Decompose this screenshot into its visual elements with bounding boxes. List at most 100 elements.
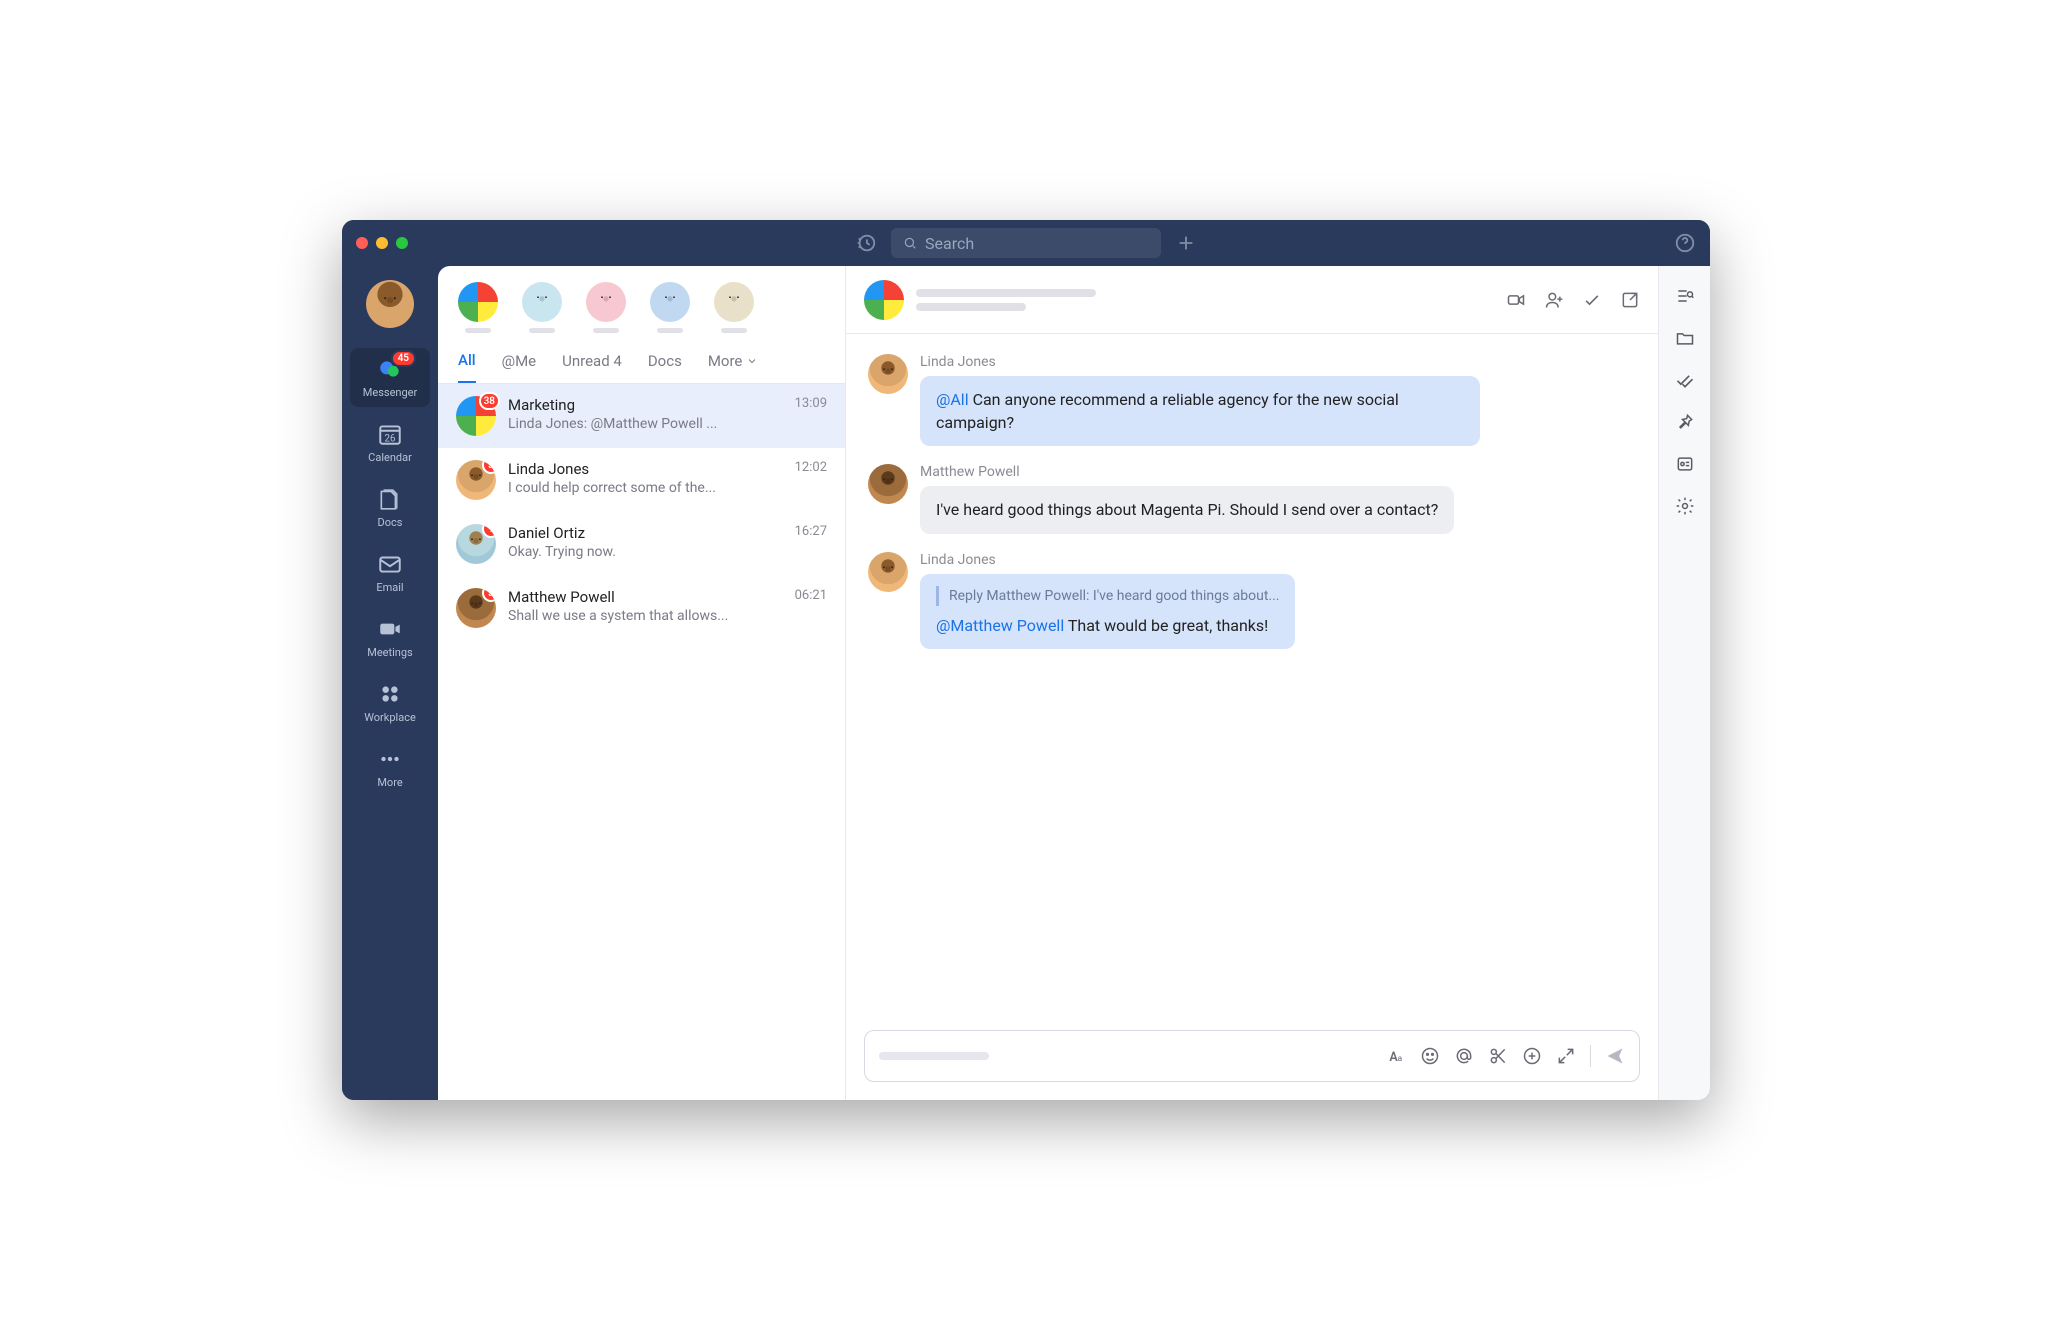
chat-time: 13:09 xyxy=(795,396,827,436)
message: Linda Jones Reply Matthew Powell: I've h… xyxy=(868,552,1636,649)
message-list: Linda Jones @All Can anyone recommend a … xyxy=(846,334,1658,1018)
message-avatar[interactable] xyxy=(868,354,908,394)
expand-icon[interactable] xyxy=(1556,1046,1576,1066)
nav-messenger[interactable]: 45 Messenger xyxy=(350,348,430,407)
chat-time: 16:27 xyxy=(795,524,827,564)
chat-preview: Okay. Trying now. xyxy=(508,544,783,560)
mention-icon[interactable] xyxy=(1454,1046,1474,1066)
more-icon xyxy=(377,746,403,772)
story-item[interactable] xyxy=(714,282,754,333)
message: Matthew Powell I've heard good things ab… xyxy=(868,464,1636,533)
chat-avatar: 3 xyxy=(456,588,496,628)
unread-badge: 3 xyxy=(482,460,496,474)
app-window: Search 45 Messenger 26 xyxy=(342,220,1710,1100)
chat-avatar: 38 xyxy=(456,396,496,436)
help-icon[interactable] xyxy=(1674,232,1696,254)
tab-unread[interactable]: Unread 4 xyxy=(562,352,622,382)
search-input[interactable]: Search xyxy=(891,228,1161,258)
conversation-header xyxy=(846,266,1658,334)
chat-list-panel: All @Me Unread 4 Docs More 38 xyxy=(438,266,846,1100)
tab-more[interactable]: More xyxy=(708,352,759,382)
story-item[interactable] xyxy=(586,282,626,333)
workplace-icon xyxy=(377,681,403,707)
close-window-button[interactable] xyxy=(356,237,368,249)
message-sender: Linda Jones xyxy=(920,552,1295,568)
history-icon[interactable] xyxy=(855,232,877,254)
chat-name: Marketing xyxy=(508,396,783,414)
tab-atme[interactable]: @Me xyxy=(502,352,537,382)
chat-row[interactable]: 1 Daniel Ortiz Okay. Trying now. 16:27 xyxy=(438,512,845,576)
nav-more[interactable]: More xyxy=(350,738,430,797)
send-button[interactable] xyxy=(1605,1046,1625,1066)
unread-badge: 1 xyxy=(482,524,496,538)
maximize-window-button[interactable] xyxy=(396,237,408,249)
add-attachment-icon[interactable] xyxy=(1522,1046,1542,1066)
window-controls xyxy=(356,237,408,249)
add-member-icon[interactable] xyxy=(1544,290,1564,310)
chat-time: 06:21 xyxy=(795,588,827,628)
chat-name: Daniel Ortiz xyxy=(508,524,783,542)
message-avatar[interactable] xyxy=(868,552,908,592)
conversation-title-placeholder xyxy=(916,289,1494,311)
docs-icon xyxy=(377,486,403,512)
mention: @All xyxy=(936,390,969,409)
chat-avatar: 3 xyxy=(456,460,496,500)
settings-icon[interactable] xyxy=(1675,496,1695,516)
nav-workplace[interactable]: Workplace xyxy=(350,673,430,732)
chat-avatar: 1 xyxy=(456,524,496,564)
snip-icon[interactable] xyxy=(1488,1046,1508,1066)
story-item[interactable] xyxy=(650,282,690,333)
message-composer[interactable]: Aa xyxy=(864,1030,1640,1082)
mention: @Matthew Powell xyxy=(936,616,1064,635)
message-avatar[interactable] xyxy=(868,464,908,504)
message-bubble[interactable]: @All Can anyone recommend a reliable age… xyxy=(920,376,1480,446)
folder-icon[interactable] xyxy=(1675,328,1695,348)
pin-icon[interactable] xyxy=(1675,412,1695,432)
new-button[interactable] xyxy=(1175,232,1197,254)
profile-avatar[interactable] xyxy=(366,280,414,328)
titlebar: Search xyxy=(342,220,1710,266)
chat-row[interactable]: 3 Linda Jones I could help correct some … xyxy=(438,448,845,512)
story-row xyxy=(438,266,845,343)
chat-row[interactable]: 3 Matthew Powell Shall we use a system t… xyxy=(438,576,845,640)
nav-docs[interactable]: Docs xyxy=(350,478,430,537)
video-call-icon[interactable] xyxy=(1506,290,1526,310)
done-icon[interactable] xyxy=(1582,290,1602,310)
nav-rail: 45 Messenger 26 Calendar Docs xyxy=(342,266,438,1100)
search-in-chat-icon[interactable] xyxy=(1675,286,1695,306)
nav-email[interactable]: Email xyxy=(350,543,430,602)
conversation-panel: Linda Jones @All Can anyone recommend a … xyxy=(846,266,1658,1100)
content: All @Me Unread 4 Docs More 38 xyxy=(438,266,1710,1100)
story-item[interactable] xyxy=(458,282,498,333)
nav-meetings[interactable]: Meetings xyxy=(350,608,430,667)
chat-name: Linda Jones xyxy=(508,460,783,478)
tab-docs[interactable]: Docs xyxy=(648,352,682,382)
chat-preview: Shall we use a system that allows... xyxy=(508,608,783,624)
reply-quote: Reply Matthew Powell: I've heard good th… xyxy=(936,586,1279,606)
tasks-icon[interactable] xyxy=(1675,370,1695,390)
text-format-icon[interactable]: Aa xyxy=(1386,1046,1406,1066)
svg-text:a: a xyxy=(1398,1054,1403,1064)
chat-time: 12:02 xyxy=(795,460,827,500)
messenger-badge: 45 xyxy=(391,350,416,367)
search-icon xyxy=(903,236,917,250)
message-bubble[interactable]: Reply Matthew Powell: I've heard good th… xyxy=(920,574,1295,649)
unread-badge: 38 xyxy=(479,392,500,410)
right-rail xyxy=(1658,266,1710,1100)
minimize-window-button[interactable] xyxy=(376,237,388,249)
nav-calendar[interactable]: 26 Calendar xyxy=(350,413,430,472)
emoji-icon[interactable] xyxy=(1420,1046,1440,1066)
composer-placeholder xyxy=(879,1052,989,1060)
message-sender: Linda Jones xyxy=(920,354,1480,370)
announcement-icon[interactable] xyxy=(1675,454,1695,474)
email-icon xyxy=(377,551,403,577)
story-item[interactable] xyxy=(522,282,562,333)
meetings-icon xyxy=(377,616,403,642)
chat-row[interactable]: 38 Marketing Linda Jones: @Matthew Powel… xyxy=(438,384,845,448)
svg-text:26: 26 xyxy=(385,434,396,445)
chat-list: 38 Marketing Linda Jones: @Matthew Powel… xyxy=(438,384,845,1100)
open-window-icon[interactable] xyxy=(1620,290,1640,310)
conversation-avatar[interactable] xyxy=(864,280,904,320)
tab-all[interactable]: All xyxy=(458,351,476,383)
message-bubble[interactable]: I've heard good things about Magenta Pi.… xyxy=(920,486,1454,533)
